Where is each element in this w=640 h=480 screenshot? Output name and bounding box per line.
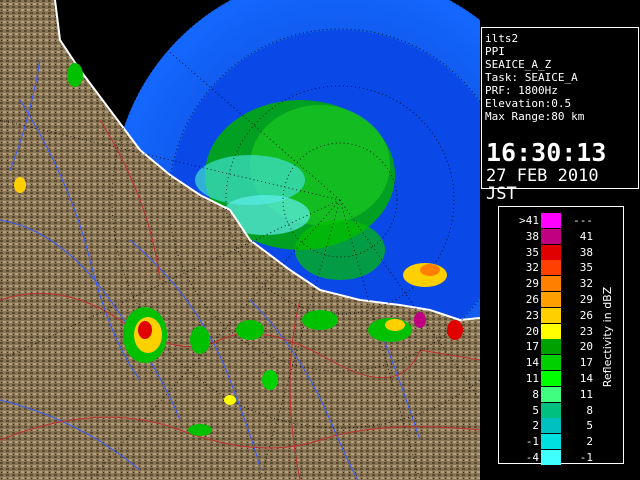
legend-color-swatch xyxy=(541,244,561,260)
legend-low-value: 2 xyxy=(532,419,539,433)
legend-high-value: -1 xyxy=(579,451,593,464)
legend-high-value: --- xyxy=(573,214,593,227)
legend-high-value: 29 xyxy=(579,293,593,306)
legend-low-value: 8 xyxy=(532,387,539,401)
legend-low-value: 38 xyxy=(525,229,539,243)
legend-color-swatch xyxy=(541,307,561,323)
radar-ppi-map[interactable] xyxy=(0,0,480,480)
legend-row: 38 41 xyxy=(499,228,623,245)
legend-color-swatch xyxy=(541,402,561,418)
legend-high-value: 20 xyxy=(579,340,593,354)
legend-high-value: 38 xyxy=(579,245,593,259)
radar-info-panel: ilts2 PPI SEAICE_A_Z Task: SEAICE_A PRF:… xyxy=(481,27,639,203)
legend-color-swatch xyxy=(541,213,561,228)
legend-color-swatch xyxy=(541,276,561,292)
legend-color-swatch xyxy=(541,355,561,371)
legend-high-value: 17 xyxy=(579,356,593,370)
legend-high-value: 26 xyxy=(579,308,593,322)
legend-high-value: 23 xyxy=(579,324,593,338)
legend-high-value: 14 xyxy=(579,372,593,385)
legend-low-value: >41 xyxy=(519,214,539,227)
legend-row: 35 38 xyxy=(499,244,623,261)
max-range-value: Max Range:80 km xyxy=(485,110,585,123)
legend-high-value: 11 xyxy=(579,387,593,401)
site-name: ilts2 xyxy=(485,32,519,45)
reflectivity-legend: >41 --- 38 41 35 38 32 35 29 32 26 29 23 26 20 23 17 20 14… xyxy=(498,206,624,466)
legend-low-value: -4 xyxy=(525,451,539,464)
legend-color-swatch xyxy=(541,434,561,450)
legend-low-value: 32 xyxy=(525,261,539,275)
legend-color-swatch xyxy=(541,371,561,386)
legend-low-value: 11 xyxy=(525,372,539,385)
product-name: SEAICE_A_Z xyxy=(485,58,552,71)
legend-low-value: 23 xyxy=(525,308,539,322)
scan-mode: PPI xyxy=(485,45,505,58)
legend-low-value: -1 xyxy=(525,435,539,449)
legend-high-value: 41 xyxy=(579,229,593,243)
legend-unit-text: Reflectivity in dBZ xyxy=(601,286,614,387)
legend-color-swatch xyxy=(541,292,561,307)
legend-color-swatch xyxy=(541,386,561,402)
scan-time: 16:30:13 xyxy=(486,138,607,167)
legend-low-value: 20 xyxy=(525,324,539,338)
legend-row: >41 --- xyxy=(499,213,623,229)
legend-color-swatch xyxy=(541,323,561,339)
legend-low-value: 35 xyxy=(525,245,539,259)
legend-row: -1 2 xyxy=(499,434,623,450)
legend-low-value: 17 xyxy=(525,340,539,354)
legend-high-value: 32 xyxy=(579,277,593,291)
scan-date: 27 FEB 2010 JST xyxy=(486,166,599,204)
task-name: Task: SEAICE_A xyxy=(485,71,578,84)
legend-high-value: 5 xyxy=(586,419,593,433)
legend-low-value: 29 xyxy=(525,277,539,291)
legend-color-swatch xyxy=(541,450,561,465)
prf-value: PRF: 1800Hz xyxy=(485,84,558,97)
legend-color-swatch xyxy=(541,339,561,355)
legend-color-swatch xyxy=(541,418,561,434)
legend-high-value: 35 xyxy=(579,261,593,275)
legend-low-value: 14 xyxy=(525,356,539,370)
legend-low-value: 26 xyxy=(525,293,539,306)
legend-color-swatch xyxy=(541,260,561,276)
legend-color-swatch xyxy=(541,228,561,244)
legend-row: -4 -1 xyxy=(499,450,623,466)
legend-unit-label: Reflectivity in dBZ xyxy=(601,286,614,387)
legend-low-value: 5 xyxy=(532,403,539,417)
legend-high-value: 2 xyxy=(586,435,593,449)
legend-high-value: 8 xyxy=(586,403,593,417)
elevation-value: Elevation:0.5 xyxy=(485,97,572,110)
legend-row: 25 xyxy=(499,418,623,434)
